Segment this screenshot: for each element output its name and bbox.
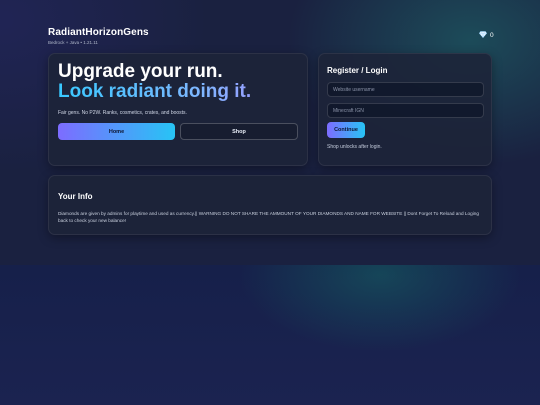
- shop-button[interactable]: Shop: [179, 123, 298, 140]
- login-hint: Shop unlocks after login.: [327, 144, 382, 150]
- info-title: Your Info: [58, 192, 93, 201]
- info-card: Your Info Diamonds are given by admins f…: [48, 175, 492, 235]
- continue-button[interactable]: Continue: [327, 122, 365, 138]
- hero-card: Upgrade your run. Look radiant doing it.…: [48, 53, 308, 166]
- hero-headline-accent: Look radiant doing it.: [58, 82, 298, 102]
- diamond-count: 0: [490, 32, 494, 39]
- diamond-icon: [478, 31, 488, 40]
- diamond-balance: 0: [478, 31, 494, 40]
- brand-subtitle: Bedrock + Java • 1.21.11: [48, 40, 98, 45]
- site-header: RadiantHorizonGens Bedrock + Java • 1.21…: [48, 27, 149, 45]
- hero-nav-buttons: Home Shop: [58, 123, 298, 140]
- hero-headline: Upgrade your run.: [58, 61, 223, 82]
- page-lower-background: [0, 265, 540, 405]
- brand-name[interactable]: RadiantHorizonGens: [48, 27, 149, 38]
- login-title: Register / Login: [327, 66, 388, 75]
- username-input[interactable]: Website username: [327, 82, 484, 97]
- ign-input[interactable]: Minecraft IGN: [327, 103, 484, 118]
- hero-tagline: Fair gens. No P2W. Ranks, cosmetics, cra…: [58, 110, 187, 116]
- home-button[interactable]: Home: [58, 123, 175, 140]
- login-card: Register / Login Website username Minecr…: [318, 53, 492, 166]
- info-text: Diamonds are given by admins for playtim…: [58, 211, 479, 223]
